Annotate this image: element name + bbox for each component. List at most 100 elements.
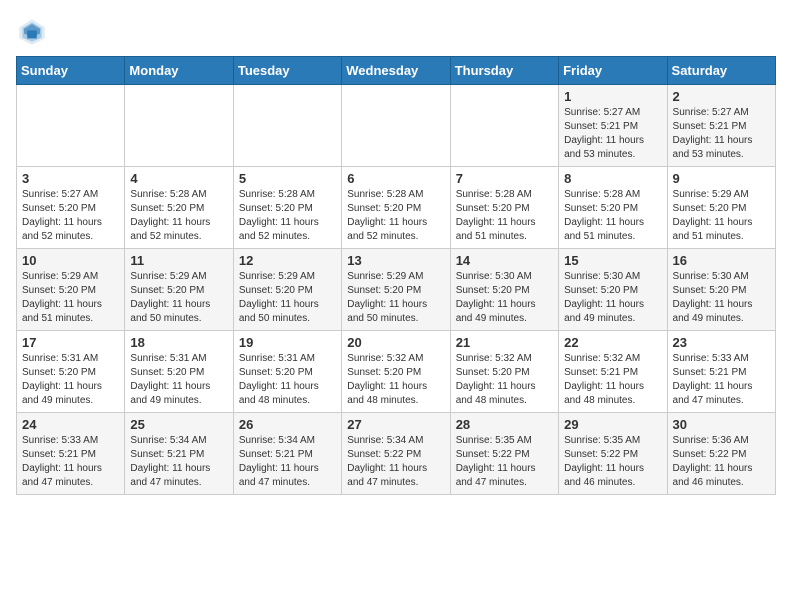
- calendar-week-0: 1 Sunrise: 5:27 AM Sunset: 5:21 PM Daylig…: [17, 85, 776, 167]
- day-number: 10: [22, 253, 119, 268]
- calendar-cell: 7 Sunrise: 5:28 AM Sunset: 5:20 PM Daylig…: [450, 167, 558, 249]
- calendar-cell: 25 Sunrise: 5:34 AM Sunset: 5:21 PM Dayli…: [125, 413, 233, 495]
- cell-info: Sunrise: 5:29 AM Sunset: 5:20 PM Dayligh…: [347, 270, 444, 326]
- header-tuesday: Tuesday: [233, 57, 341, 85]
- day-number: 21: [456, 335, 553, 350]
- day-number: 9: [673, 171, 770, 186]
- day-number: 20: [347, 335, 444, 350]
- calendar-header: SundayMondayTuesdayWednesdayThursdayFrid…: [17, 57, 776, 85]
- calendar-cell: 16Sunrise: 5:30 AM Sunset: 5:20 PM Dayli…: [667, 249, 775, 331]
- day-number: 3: [22, 171, 119, 186]
- cell-info: Sunrise: 5:32 AM Sunset: 5:20 PM Dayligh…: [456, 352, 553, 408]
- calendar-cell: 27 Sunrise: 5:34 AM Sunset: 5:22 PM Dayli…: [342, 413, 450, 495]
- day-number: 26: [239, 417, 336, 432]
- calendar-cell: 30 Sunrise: 5:36 AM Sunset: 5:22 PM Dayli…: [667, 413, 775, 495]
- calendar-cell: 22 Sunrise: 5:32 AM Sunset: 5:21 PM Dayli…: [559, 331, 667, 413]
- calendar-week-4: 24Sunrise: 5:33 AM Sunset: 5:21 PM Dayli…: [17, 413, 776, 495]
- cell-info: Sunrise: 5:31 AM Sunset: 5:20 PM Dayligh…: [130, 352, 227, 408]
- calendar-cell: 11Sunrise: 5:29 AM Sunset: 5:20 PM Dayli…: [125, 249, 233, 331]
- logo: [16, 16, 52, 48]
- cell-info: Sunrise: 5:27 AM Sunset: 5:21 PM Dayligh…: [673, 106, 770, 162]
- calendar-cell: [17, 85, 125, 167]
- cell-info: Sunrise: 5:28 AM Sunset: 5:20 PM Dayligh…: [564, 188, 661, 244]
- day-number: 13: [347, 253, 444, 268]
- day-number: 16: [673, 253, 770, 268]
- day-number: 1: [564, 89, 661, 104]
- calendar-cell: [233, 85, 341, 167]
- calendar-cell: 14Sunrise: 5:30 AM Sunset: 5:20 PM Dayli…: [450, 249, 558, 331]
- day-number: 12: [239, 253, 336, 268]
- day-number: 5: [239, 171, 336, 186]
- calendar-week-2: 10 Sunrise: 5:29 AM Sunset: 5:20 PM Dayli…: [17, 249, 776, 331]
- day-number: 22: [564, 335, 661, 350]
- day-number: 25: [130, 417, 227, 432]
- calendar-cell: 13 Sunrise: 5:29 AM Sunset: 5:20 PM Dayli…: [342, 249, 450, 331]
- calendar-cell: 4 Sunrise: 5:28 AM Sunset: 5:20 PM Daylig…: [125, 167, 233, 249]
- calendar-cell: 23Sunrise: 5:33 AM Sunset: 5:21 PM Dayli…: [667, 331, 775, 413]
- cell-info: Sunrise: 5:31 AM Sunset: 5:20 PM Dayligh…: [239, 352, 336, 408]
- day-number: 2: [673, 89, 770, 104]
- calendar-cell: 9 Sunrise: 5:29 AM Sunset: 5:20 PM Daylig…: [667, 167, 775, 249]
- day-number: 17: [22, 335, 119, 350]
- cell-info: Sunrise: 5:29 AM Sunset: 5:20 PM Dayligh…: [130, 270, 227, 326]
- cell-info: Sunrise: 5:29 AM Sunset: 5:20 PM Dayligh…: [673, 188, 770, 244]
- page-header: [16, 16, 776, 48]
- header-wednesday: Wednesday: [342, 57, 450, 85]
- logo-icon: [16, 16, 48, 48]
- cell-info: Sunrise: 5:29 AM Sunset: 5:20 PM Dayligh…: [239, 270, 336, 326]
- day-number: 29: [564, 417, 661, 432]
- calendar-body: 1 Sunrise: 5:27 AM Sunset: 5:21 PM Daylig…: [17, 85, 776, 495]
- header-monday: Monday: [125, 57, 233, 85]
- day-number: 7: [456, 171, 553, 186]
- calendar-cell: 18 Sunrise: 5:31 AM Sunset: 5:20 PM Dayli…: [125, 331, 233, 413]
- cell-info: Sunrise: 5:28 AM Sunset: 5:20 PM Dayligh…: [130, 188, 227, 244]
- cell-info: Sunrise: 5:36 AM Sunset: 5:22 PM Dayligh…: [673, 434, 770, 490]
- calendar-cell: [125, 85, 233, 167]
- cell-info: Sunrise: 5:35 AM Sunset: 5:22 PM Dayligh…: [456, 434, 553, 490]
- cell-info: Sunrise: 5:27 AM Sunset: 5:21 PM Dayligh…: [564, 106, 661, 162]
- cell-info: Sunrise: 5:32 AM Sunset: 5:20 PM Dayligh…: [347, 352, 444, 408]
- cell-info: Sunrise: 5:32 AM Sunset: 5:21 PM Dayligh…: [564, 352, 661, 408]
- calendar-cell: 1 Sunrise: 5:27 AM Sunset: 5:21 PM Daylig…: [559, 85, 667, 167]
- day-number: 23: [673, 335, 770, 350]
- day-number: 24: [22, 417, 119, 432]
- calendar-cell: 21 Sunrise: 5:32 AM Sunset: 5:20 PM Dayli…: [450, 331, 558, 413]
- cell-info: Sunrise: 5:27 AM Sunset: 5:20 PM Dayligh…: [22, 188, 119, 244]
- calendar-cell: 29Sunrise: 5:35 AM Sunset: 5:22 PM Dayli…: [559, 413, 667, 495]
- calendar-table: SundayMondayTuesdayWednesdayThursdayFrid…: [16, 56, 776, 495]
- cell-info: Sunrise: 5:30 AM Sunset: 5:20 PM Dayligh…: [456, 270, 553, 326]
- calendar-week-3: 17 Sunrise: 5:31 AM Sunset: 5:20 PM Dayli…: [17, 331, 776, 413]
- cell-info: Sunrise: 5:29 AM Sunset: 5:20 PM Dayligh…: [22, 270, 119, 326]
- day-number: 8: [564, 171, 661, 186]
- cell-info: Sunrise: 5:28 AM Sunset: 5:20 PM Dayligh…: [239, 188, 336, 244]
- cell-info: Sunrise: 5:34 AM Sunset: 5:22 PM Dayligh…: [347, 434, 444, 490]
- cell-info: Sunrise: 5:30 AM Sunset: 5:20 PM Dayligh…: [564, 270, 661, 326]
- day-number: 6: [347, 171, 444, 186]
- calendar-cell: 26 Sunrise: 5:34 AM Sunset: 5:21 PM Dayli…: [233, 413, 341, 495]
- calendar-cell: 28 Sunrise: 5:35 AM Sunset: 5:22 PM Dayli…: [450, 413, 558, 495]
- cell-info: Sunrise: 5:34 AM Sunset: 5:21 PM Dayligh…: [130, 434, 227, 490]
- calendar-cell: 8 Sunrise: 5:28 AM Sunset: 5:20 PM Daylig…: [559, 167, 667, 249]
- calendar-cell: 2 Sunrise: 5:27 AM Sunset: 5:21 PM Daylig…: [667, 85, 775, 167]
- calendar-cell: 20 Sunrise: 5:32 AM Sunset: 5:20 PM Dayli…: [342, 331, 450, 413]
- header-row: SundayMondayTuesdayWednesdayThursdayFrid…: [17, 57, 776, 85]
- calendar-cell: [450, 85, 558, 167]
- cell-info: Sunrise: 5:28 AM Sunset: 5:20 PM Dayligh…: [456, 188, 553, 244]
- calendar-cell: 3 Sunrise: 5:27 AM Sunset: 5:20 PM Daylig…: [17, 167, 125, 249]
- header-friday: Friday: [559, 57, 667, 85]
- calendar-cell: 24Sunrise: 5:33 AM Sunset: 5:21 PM Dayli…: [17, 413, 125, 495]
- day-number: 19: [239, 335, 336, 350]
- cell-info: Sunrise: 5:34 AM Sunset: 5:21 PM Dayligh…: [239, 434, 336, 490]
- day-number: 18: [130, 335, 227, 350]
- header-saturday: Saturday: [667, 57, 775, 85]
- day-number: 30: [673, 417, 770, 432]
- calendar-cell: 15 Sunrise: 5:30 AM Sunset: 5:20 PM Dayli…: [559, 249, 667, 331]
- calendar-cell: 10 Sunrise: 5:29 AM Sunset: 5:20 PM Dayli…: [17, 249, 125, 331]
- day-number: 27: [347, 417, 444, 432]
- cell-info: Sunrise: 5:28 AM Sunset: 5:20 PM Dayligh…: [347, 188, 444, 244]
- calendar-week-1: 3 Sunrise: 5:27 AM Sunset: 5:20 PM Daylig…: [17, 167, 776, 249]
- day-number: 4: [130, 171, 227, 186]
- day-number: 28: [456, 417, 553, 432]
- header-thursday: Thursday: [450, 57, 558, 85]
- day-number: 15: [564, 253, 661, 268]
